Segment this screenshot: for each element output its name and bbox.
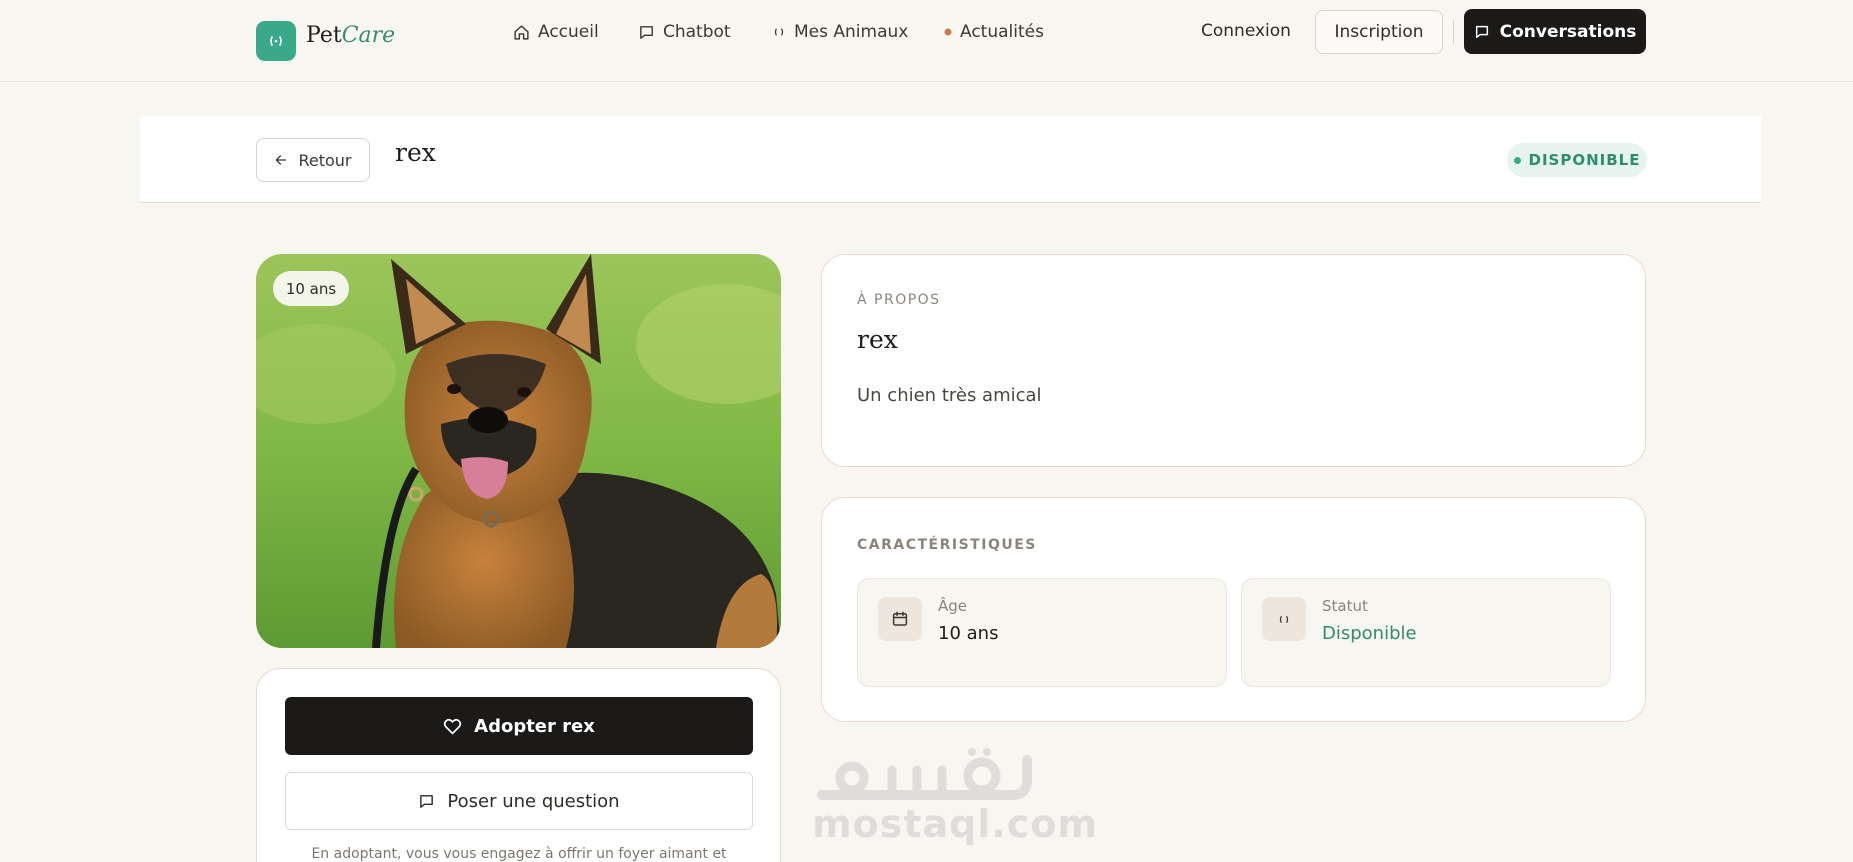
chat-bubble-icon xyxy=(640,25,653,39)
nav-item-actualites[interactable]: Actualités xyxy=(944,20,1044,44)
nav-label: Actualités xyxy=(960,22,1044,42)
about-pet-name: rex xyxy=(857,325,898,354)
nav-label: Accueil xyxy=(538,22,599,42)
watermark-latin: mostaql.com xyxy=(812,802,1099,846)
nav-item-mes-animaux[interactable]: Mes Animaux xyxy=(772,20,908,44)
home-icon xyxy=(514,24,529,40)
features-section-label: CARACTÉRISTIQUES xyxy=(857,537,1037,553)
status-dot-icon xyxy=(1513,156,1521,164)
feature-key: Âge xyxy=(938,597,968,615)
ask-question-button[interactable]: Poser une question xyxy=(285,772,753,830)
ask-question-label: Poser une question xyxy=(447,790,620,812)
nav-item-accueil[interactable]: Accueil xyxy=(513,20,599,44)
feature-icon-box xyxy=(878,597,922,641)
watermark: mostaql.com xyxy=(812,740,1097,850)
adoption-card: Adopter rex Poser une question En adopta… xyxy=(256,668,781,862)
site-header: PetCare Accueil Chatbot Mes Animaux Actu… xyxy=(0,0,1853,82)
pet-photo: 10 ans xyxy=(256,254,781,648)
brand-pet: Pet xyxy=(306,23,342,48)
features-card: CARACTÉRISTIQUES Âge 10 ans Statut Dispo… xyxy=(821,497,1646,722)
logo-icon[interactable] xyxy=(256,21,296,61)
feature-status: Statut Disponible xyxy=(1241,578,1611,687)
feature-age: Âge 10 ans xyxy=(857,578,1227,687)
chat-bubble-icon xyxy=(420,794,434,808)
heart-icon xyxy=(443,718,462,734)
signup-label: Inscription xyxy=(1334,22,1424,42)
back-label: Retour xyxy=(298,150,352,170)
pet-subheader: Retour rex DISPONIBLE xyxy=(140,116,1761,203)
arrow-left-icon xyxy=(276,155,287,165)
paw-icon xyxy=(270,36,282,46)
about-card: À PROPOS rex Un chien très amical xyxy=(821,254,1646,467)
watermark-arabic-logo xyxy=(817,748,1032,800)
age-chip: 10 ans xyxy=(273,271,349,306)
feature-key: Statut xyxy=(1322,597,1368,615)
chat-bubble-icon xyxy=(1475,25,1488,38)
adoption-note: En adoptant, vous vous engagez à offrir … xyxy=(311,846,727,862)
adopt-button[interactable]: Adopter rex xyxy=(285,697,753,755)
login-button[interactable]: Connexion xyxy=(1201,21,1291,41)
nav-label: Chatbot xyxy=(663,22,731,42)
brand-care: Care xyxy=(341,23,396,48)
back-button[interactable]: Retour xyxy=(256,138,370,182)
conversations-label: Conversations xyxy=(1499,21,1637,42)
feature-value: Disponible xyxy=(1322,623,1417,644)
status-badge-label: DISPONIBLE xyxy=(1528,151,1641,169)
header-divider xyxy=(1453,19,1454,45)
conversations-button[interactable]: Conversations xyxy=(1464,9,1646,54)
calendar-icon xyxy=(892,611,908,626)
feature-value: 10 ans xyxy=(938,623,999,644)
brand-logo-text[interactable]: PetCare xyxy=(306,23,395,48)
paw-icon xyxy=(1279,615,1289,623)
feature-icon-box xyxy=(1262,597,1306,641)
about-section-label: À PROPOS xyxy=(857,292,941,308)
about-description: Un chien très amical xyxy=(857,385,1042,406)
nav-label: Mes Animaux xyxy=(794,22,909,42)
nav-item-chatbot[interactable]: Chatbot xyxy=(638,20,731,44)
dog-image xyxy=(256,254,781,648)
paw-icon xyxy=(774,28,784,36)
adopt-label: Adopter rex xyxy=(474,715,595,737)
dot-icon xyxy=(944,28,952,36)
page-title: rex xyxy=(395,138,436,167)
status-badge: DISPONIBLE xyxy=(1507,143,1647,177)
signup-button[interactable]: Inscription xyxy=(1315,10,1443,54)
